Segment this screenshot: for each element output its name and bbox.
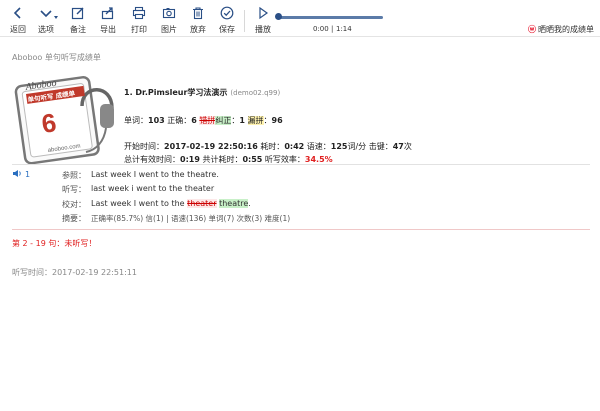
progress-handle[interactable] — [275, 13, 282, 20]
edit-icon — [71, 7, 84, 20]
check-text: Last week I went to the theater theatre. — [91, 199, 251, 208]
export-icon — [101, 7, 114, 20]
image-label: 图片 — [161, 25, 177, 34]
report-badge-logo: Aboboo 单句听写 成绩单 6 aboboo.com — [12, 70, 120, 166]
corrected-label: 纠正 — [215, 116, 232, 125]
efficiency-value: 34.5% — [304, 155, 333, 164]
summary-values: 正确率(85.7%) 信(1) | 语速(136) 单词(7) 次数(3) 难度… — [91, 214, 291, 223]
share-label: 晒晒我的成绩单 — [538, 25, 594, 34]
sentence-number[interactable]: 1 — [25, 170, 30, 179]
play-button[interactable]: 播放 — [247, 5, 279, 35]
words-label: 单词： — [124, 116, 148, 125]
trash-icon — [193, 7, 203, 20]
unanswered-note: 第 2 - 19 句：未听写！ — [12, 239, 97, 248]
export-button[interactable]: 导出 — [92, 5, 124, 35]
correct-label: 正确： — [167, 116, 192, 125]
check-circle-icon — [220, 6, 234, 20]
share-link[interactable]: ⓦ 晒晒我的成绩单 — [528, 24, 594, 35]
check-wrong-word: theater — [187, 199, 217, 208]
keystrokes-count: 47 — [392, 142, 404, 151]
missing-count: 96 — [271, 116, 283, 125]
save-label: 保存 — [219, 25, 235, 34]
correct-count: 6 — [191, 116, 197, 125]
misspell-count: 1 — [239, 116, 245, 125]
word-stats: 单词：103 正确：6 错拼纠正：1 漏拼：96 — [124, 115, 283, 126]
lesson-name: 1. Dr.Pimsleur学习法演示 — [124, 88, 228, 97]
options-button[interactable]: 选项 — [30, 5, 62, 35]
words-count: 103 — [148, 116, 165, 125]
efficiency-label: 听写效率： — [264, 155, 305, 164]
check-right-word: theatre — [219, 199, 249, 208]
summary-text: 正确率(85.7%) 信(1) | 语速(136) 单词(7) 次数(3) 难度… — [91, 213, 290, 224]
time-separator: | — [331, 25, 334, 33]
timing-row-1: 开始时间：2017-02-19 22:50:16 耗时：0:42 语速：125词… — [124, 141, 412, 152]
notes-button[interactable]: 备注 — [62, 5, 94, 35]
dictation-text: last week i went to the theater — [91, 184, 215, 193]
print-button[interactable]: 打印 — [123, 5, 155, 35]
reference-label: 参照： — [62, 171, 86, 180]
print-label: 打印 — [131, 25, 147, 34]
save-button[interactable]: 保存 — [211, 5, 243, 35]
image-button[interactable]: 图片 — [153, 5, 185, 35]
missing-label: 漏拼 — [247, 116, 264, 125]
reference-text: Last week I went to the theatre. — [91, 170, 219, 179]
elapsed-time: 0:42 — [284, 142, 305, 151]
check-label: 校对： — [62, 200, 86, 209]
summary-label: 摘要： — [62, 214, 86, 223]
speaker-icon[interactable] — [12, 169, 22, 179]
dictation-time: 听写时间：2017-02-19 22:51:11 — [12, 268, 137, 277]
options-label: 选项 — [38, 25, 54, 34]
current-time: 0:00 — [313, 25, 329, 33]
section-divider — [12, 164, 590, 165]
start-time: 2017-02-19 22:50:16 — [164, 142, 258, 151]
export-label: 导出 — [100, 25, 116, 34]
total-time: 1:14 — [336, 25, 352, 33]
progress-track[interactable] — [277, 16, 383, 19]
weibo-icon: ⓦ — [528, 25, 536, 34]
misspell-label: 错拼 — [199, 116, 216, 125]
printer-icon — [132, 6, 146, 20]
missing-separator: ： — [263, 116, 272, 125]
effective-time-label: 总计有效时间： — [124, 155, 180, 164]
toolbar-divider — [244, 10, 245, 32]
headphones-icon: Aboboo 单句听写 成绩单 6 aboboo.com — [14, 75, 114, 165]
discard-button[interactable]: 放弃 — [182, 5, 214, 35]
sentence-divider — [12, 229, 590, 230]
page-title: Aboboo 单句听写成绩单 — [12, 53, 101, 62]
dropdown-arrow-icon — [54, 16, 58, 19]
speed-label: 语速： — [306, 142, 331, 151]
total-elapsed: 0:55 — [242, 155, 263, 164]
check-suffix: . — [248, 199, 251, 208]
lesson-file: (demo02.q99) — [230, 89, 281, 97]
camera-icon — [162, 8, 176, 19]
speed-unit: 词/分 — [347, 142, 367, 151]
play-label: 播放 — [255, 25, 271, 34]
lesson-title: 1. Dr.Pimsleur学习法演示 (demo02.q99) — [124, 87, 280, 98]
chevron-down-icon — [40, 10, 52, 18]
chevron-left-icon — [13, 7, 21, 19]
toolbar: 返回 选项 备注 导出 打印 图片 放弃 保存 播放 0:00 | 1:14 ⓦ… — [0, 0, 600, 37]
effective-time: 0:19 — [180, 155, 200, 164]
elapsed-label: 耗时： — [260, 142, 285, 151]
keystrokes-label: 击键： — [368, 142, 393, 151]
dictation-label: 听写： — [62, 185, 86, 194]
speed-value: 125 — [330, 142, 348, 151]
notes-label: 备注 — [70, 25, 86, 34]
play-icon — [259, 6, 269, 20]
check-prefix: Last week I went to the — [91, 199, 185, 208]
keystrokes-unit: 次 — [403, 142, 412, 151]
total-time-label: 共计耗时： — [202, 155, 243, 164]
discard-label: 放弃 — [190, 25, 206, 34]
start-time-label: 开始时间： — [124, 142, 164, 151]
